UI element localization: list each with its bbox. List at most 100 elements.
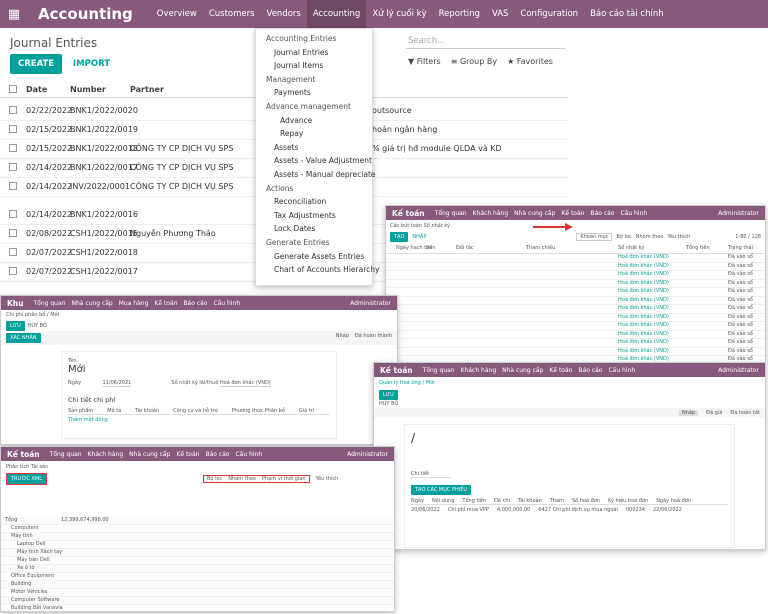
panel-advance-management: Kế toán Tổng quan Khách hàng Nhà cung cấp Kế… xyxy=(373,362,766,550)
menu-item[interactable]: Assets - Manual depreciate xyxy=(256,168,376,182)
group-by-button[interactable]: ≡ Group By xyxy=(451,57,497,66)
panel4-pivot-row[interactable]: Máy bàn Dell xyxy=(1,557,394,565)
row-checkbox[interactable] xyxy=(9,267,17,275)
panel4-period[interactable]: Phạm vi thời gian xyxy=(262,476,306,482)
panel4-pivot-row[interactable]: Xe ô tô xyxy=(1,565,394,573)
col-partner[interactable]: Partner xyxy=(130,85,164,94)
import-button[interactable]: IMPORT xyxy=(65,54,118,74)
apps-grid-icon[interactable]: ▦ xyxy=(0,7,28,22)
panel3-save-button[interactable]: LƯU xyxy=(379,390,398,400)
menu-item[interactable]: Payments xyxy=(256,86,372,100)
row-checkbox[interactable] xyxy=(9,229,17,237)
row-checkbox[interactable] xyxy=(9,144,17,152)
menu-customers[interactable]: Customers xyxy=(203,0,261,28)
panel3-add-lines-button[interactable]: TẠO CÁC MỤC PHIẾU xyxy=(411,485,472,495)
panel4-pivot-row[interactable]: Computers xyxy=(1,525,394,533)
panel4-filter[interactable]: Bộ lọc xyxy=(207,476,222,482)
menu-configuration[interactable]: Configuration xyxy=(514,0,584,28)
panel1-table-row[interactable]: Hoá đơn khác (VND) Đã vào sổ xyxy=(386,263,765,271)
panel1-table-row[interactable]: Hoá đơn khác (VND) Đã vào sổ xyxy=(386,280,765,288)
panel4-fav[interactable]: Yêu thích xyxy=(316,476,339,482)
menu-vas[interactable]: VAS xyxy=(486,0,514,28)
panel1-pager[interactable]: 1-80 / 128 xyxy=(735,234,761,240)
panel1-table-row[interactable]: Hoá đơn khác (VND) Đã vào sổ xyxy=(386,297,765,305)
panel3-line-row[interactable]: 20/06/2022 Chi phí mua VPP 4,000,000.00 642… xyxy=(411,507,728,513)
panel4-group[interactable]: Nhóm theo xyxy=(228,476,256,482)
menu-accounting[interactable]: Accounting xyxy=(306,0,367,28)
panel4-pivot-row[interactable]: Building xyxy=(1,581,394,589)
row-checkbox[interactable] xyxy=(9,125,17,133)
panel4-pivot-row[interactable]: Computer Software xyxy=(1,597,394,605)
panel2-discard-button[interactable]: HỦY BỎ xyxy=(28,323,47,329)
panel4-pivot-rows: Tổng 12,399,674,998.00 Computers Máy tính La… xyxy=(1,517,394,611)
panel3-discard-button[interactable]: HỦY BỎ xyxy=(374,400,765,408)
panel1-table-row[interactable]: Hoá đơn khác (VND) Đã vào sổ xyxy=(386,271,765,280)
col-date[interactable]: Date xyxy=(26,85,47,94)
menu-reporting[interactable]: Reporting xyxy=(433,0,486,28)
panel1-table-row[interactable]: Hoá đơn khác (VND) Đã vào sổ xyxy=(386,305,765,314)
panel-journal-entries-vn: Kế toán Tổng quan Khách hàng Nhà cung cấp Kế… xyxy=(385,205,766,363)
panel1-table-row[interactable]: Hoá đơn khác (VND) Đã vào sổ xyxy=(386,314,765,322)
menu-financial-reports[interactable]: Báo cáo tài chính xyxy=(584,0,670,28)
panel4-pivot-row[interactable]: Laptop Dell xyxy=(1,541,394,549)
panel1-fav[interactable]: Yêu thích xyxy=(667,234,690,240)
panel1-table-row[interactable]: Hoá đơn khác (VND) Đã vào sổ xyxy=(386,254,765,263)
panel1-table-row[interactable]: Hoá đơn khác (VND) Đã vào sổ xyxy=(386,322,765,331)
create-button[interactable]: CREATE xyxy=(10,54,63,74)
panel4-pivot-row[interactable]: Motor Vehicles xyxy=(1,589,394,597)
panel2-state-done[interactable]: Đã hoàn thành xyxy=(355,333,392,343)
row-checkbox[interactable] xyxy=(9,210,17,218)
panel1-search-facet[interactable]: Khoản mục xyxy=(576,233,613,241)
panel2-state-draft[interactable]: Nháp xyxy=(336,333,349,343)
menu-item[interactable]: Generate Assets Entries xyxy=(256,250,372,264)
row-checkbox[interactable] xyxy=(9,163,17,171)
panel1-table-row[interactable]: Hoá đơn khác (VND) Đã vào sổ xyxy=(386,288,765,297)
panel3-lines-header: Ngày Nội dung Tổng tiền Đã chi Tài khoản Tham… xyxy=(411,498,728,505)
row-checkbox[interactable] xyxy=(9,182,17,190)
panel4-export-button[interactable]: TRƯỚC XML xyxy=(6,473,47,485)
row-checkbox[interactable] xyxy=(9,248,17,256)
col-number[interactable]: Number xyxy=(70,85,106,94)
menu-item[interactable]: Repay xyxy=(256,127,372,141)
panel4-pivot-row[interactable]: Building Bắt Vanavia xyxy=(1,605,394,611)
panel3-tab-details[interactable]: Chi tiết xyxy=(411,471,451,478)
panel1-table-row[interactable]: Hoá đơn khác (VND) Đã vào sổ xyxy=(386,339,765,348)
menu-item[interactable]: Tax Adjustments xyxy=(256,209,372,223)
menu-vendors[interactable]: Vendors xyxy=(261,0,307,28)
panel3-state-done[interactable]: Đã hoàn tất xyxy=(730,410,760,416)
panel3-state-draft[interactable]: Nháp xyxy=(679,410,699,416)
menu-item[interactable]: Lock Dates xyxy=(256,222,372,236)
panel1-filter[interactable]: Bộ lọc xyxy=(616,234,631,240)
row-checkbox[interactable] xyxy=(9,106,17,114)
menu-item[interactable]: Assets xyxy=(256,141,372,155)
panel1-table-row[interactable]: Hoá đơn khác (VND) Đã vào sổ xyxy=(386,348,765,356)
panel1-import-button[interactable]: NHẬP xyxy=(412,234,426,240)
panel4-pivot-row[interactable]: Máy tính Xách tay xyxy=(1,549,394,557)
menu-item[interactable]: Journal Items xyxy=(256,59,372,73)
panel2-date-field[interactable]: 11/06/2021 xyxy=(102,380,132,387)
favorites-button[interactable]: ★ Favorites xyxy=(507,57,553,66)
menu-overview[interactable]: Overview xyxy=(151,0,203,28)
panel3-state-sent[interactable]: Đã gửi xyxy=(706,410,722,416)
panel2-confirm-button[interactable]: XÁC NHẬN xyxy=(6,333,41,343)
accounting-dropdown-menu: Accounting Entries Journal Entries Journal… xyxy=(255,28,379,286)
panel1-group[interactable]: Nhóm theo xyxy=(636,234,664,240)
menu-item[interactable]: Journal Entries xyxy=(256,46,372,60)
select-all-checkbox[interactable] xyxy=(9,85,17,93)
panel4-pivot-row[interactable]: Tổng 12,399,674,998.00 xyxy=(1,517,394,525)
panel2-journal-field[interactable]: Hoá đơn khác (VND) xyxy=(219,380,271,387)
panel1-table-row[interactable]: Hoá đơn khác (VND) Đã vào sổ xyxy=(386,331,765,339)
menu-item[interactable]: Assets - Value Adjustment xyxy=(256,154,372,168)
menu-item[interactable]: Reconciliation xyxy=(256,195,372,209)
panel4-pivot-row[interactable]: Máy tính xyxy=(1,533,394,541)
panel1-table-header: Ngày hạch toán Số Đối tác Tham chiếu Sổ nhật… xyxy=(386,245,765,254)
panel1-create-button[interactable]: TẠO xyxy=(390,232,409,242)
menu-item[interactable]: Chart of Accounts Hierarchy xyxy=(256,263,379,277)
filters-button[interactable]: ▼ Filters xyxy=(408,57,441,66)
menu-period-closing[interactable]: Xử lý cuối kỳ xyxy=(366,0,432,28)
panel2-add-line[interactable]: Thêm một dòng xyxy=(68,417,330,423)
panel2-save-button[interactable]: LƯU xyxy=(6,321,25,331)
search-input[interactable]: Search... xyxy=(406,34,566,49)
menu-item[interactable]: Advance xyxy=(256,114,372,128)
panel4-pivot-row[interactable]: Office Equipment xyxy=(1,573,394,581)
